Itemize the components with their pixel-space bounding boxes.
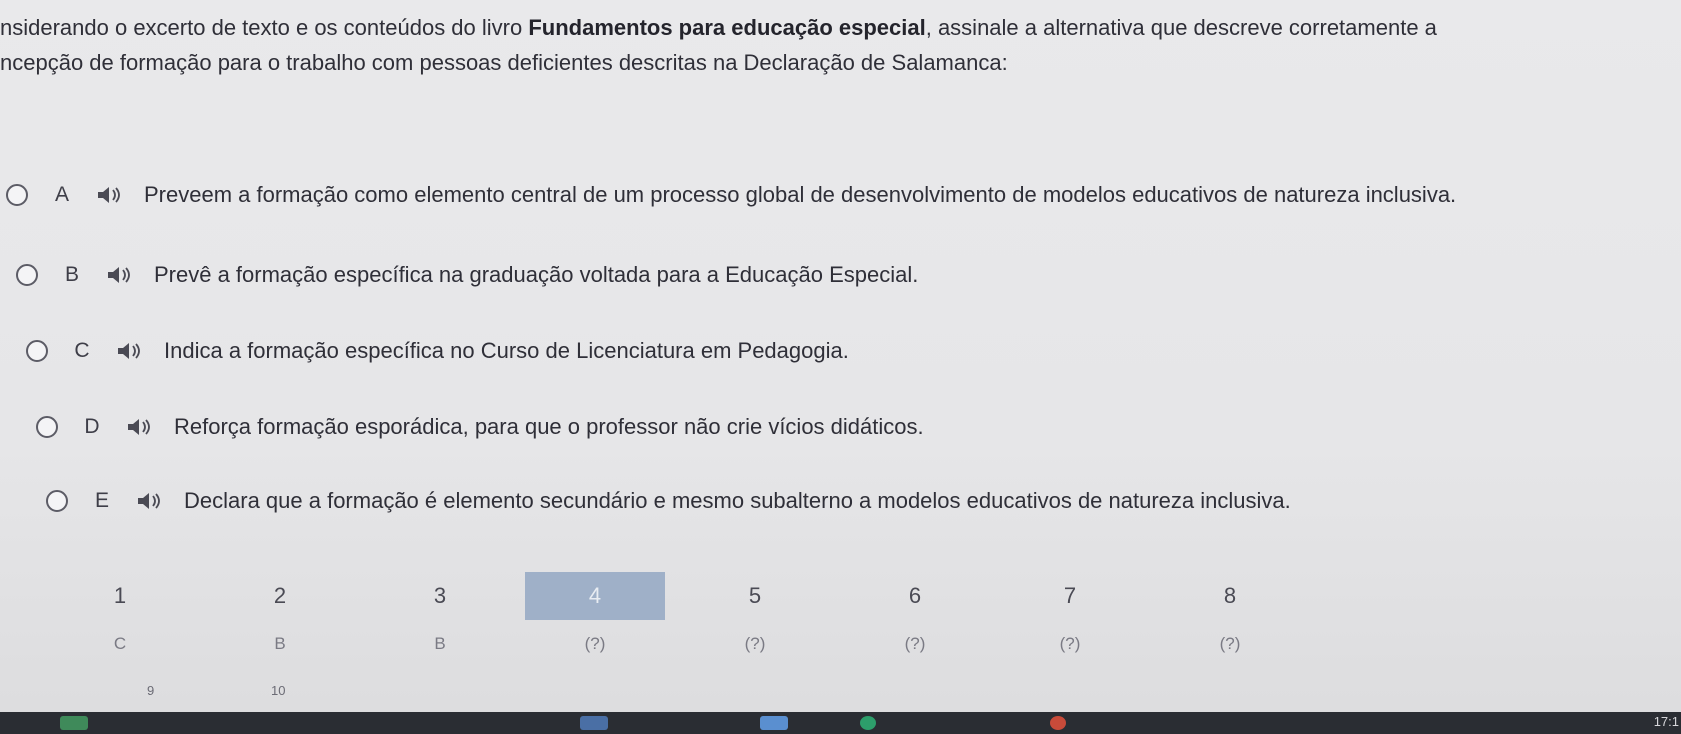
speaker-icon[interactable] (112, 341, 146, 361)
nav-question-10[interactable]: 10 (271, 683, 285, 698)
radio-button[interactable] (36, 416, 58, 438)
question-navigator: 1 C 2 B 3 B 4 (?) 5 (?) 6 (?) 7 (?) 8 (?… (30, 572, 1330, 662)
app-icon[interactable] (760, 716, 788, 730)
option-d[interactable]: D Reforça formação esporádica, para que … (36, 410, 924, 444)
nav-question-3[interactable]: 3 B (370, 572, 510, 662)
app-icon[interactable] (580, 716, 608, 730)
nav-question-8[interactable]: 8 (?) (1160, 572, 1300, 662)
option-text: Prevê a formação específica na graduação… (154, 262, 919, 287)
book-title: Fundamentos para educação especial (528, 15, 926, 40)
taskbar: 17:1 (0, 712, 1681, 734)
speaker-icon[interactable] (92, 185, 126, 205)
option-letter: B (64, 263, 79, 286)
nav-question-7[interactable]: 7 (?) (1000, 572, 1140, 662)
question-line-1: nsiderando o excerto de texto e os conte… (0, 15, 1437, 40)
option-text: Indica a formação específica no Curso de… (164, 338, 849, 363)
speaker-icon[interactable] (102, 265, 136, 285)
question-line-2: ncepção de formação para o trabalho com … (0, 50, 1008, 75)
speaker-icon[interactable] (132, 491, 166, 511)
speaker-icon[interactable] (122, 417, 156, 437)
nav-question-6[interactable]: 6 (?) (845, 572, 985, 662)
option-letter: C (74, 339, 90, 362)
option-letter: D (84, 415, 100, 438)
option-a[interactable]: A Preveem a formação como elemento centr… (6, 178, 1456, 212)
browser-icon[interactable] (1050, 716, 1066, 730)
option-text: Declara que a formação é elemento secund… (184, 488, 1291, 513)
option-e[interactable]: E Declara que a formação é elemento secu… (46, 484, 1291, 518)
app-icon[interactable] (860, 716, 876, 730)
radio-button[interactable] (6, 184, 28, 206)
option-letter: A (54, 183, 69, 206)
option-b[interactable]: B Prevê a formação específica na graduaç… (16, 258, 918, 292)
option-letter: E (94, 489, 109, 512)
app-icon[interactable] (60, 716, 88, 730)
nav-question-2[interactable]: 2 B (210, 572, 350, 662)
option-text: Preveem a formação como elemento central… (144, 182, 1457, 207)
radio-button[interactable] (16, 264, 38, 286)
nav-question-5[interactable]: 5 (?) (685, 572, 825, 662)
question-text: nsiderando o excerto de texto e os conte… (0, 10, 1681, 80)
radio-button[interactable] (46, 490, 68, 512)
nav-question-9[interactable]: 9 (147, 683, 154, 698)
option-text: Reforça formação esporádica, para que o … (174, 414, 924, 439)
clock: 17:1 (1653, 714, 1679, 729)
option-c[interactable]: C Indica a formação específica no Curso … (26, 334, 849, 368)
nav-question-1[interactable]: 1 C (50, 572, 190, 662)
nav-question-4[interactable]: 4 (?) (525, 572, 665, 662)
radio-button[interactable] (26, 340, 48, 362)
